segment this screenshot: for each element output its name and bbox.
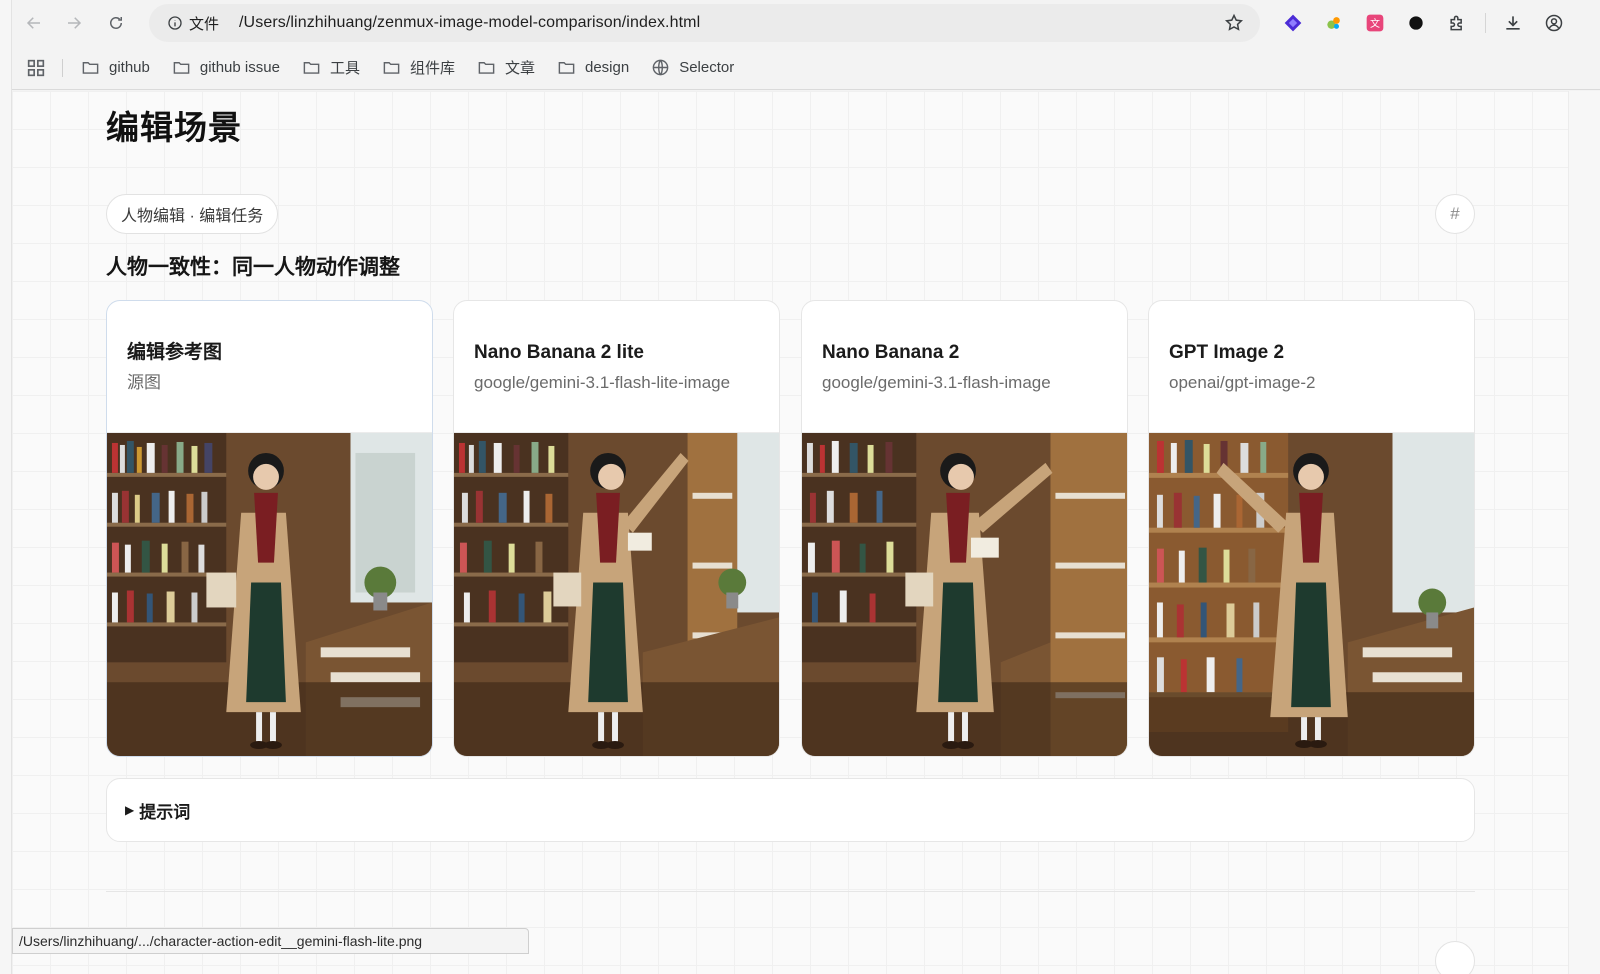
card-header: Nano Banana 2 google/gemini-3.1-flash-im… — [802, 301, 1127, 432]
toolbar-separator — [1485, 13, 1486, 33]
bookmark-label: github — [109, 59, 150, 76]
profile-button[interactable] — [1539, 8, 1569, 38]
folder-icon — [478, 62, 495, 74]
next-anchor-button[interactable] — [1435, 941, 1475, 974]
folder-icon — [558, 62, 575, 74]
category-chip: 人物编辑 · 编辑任务 — [106, 194, 279, 234]
model-card-gpt-image-2[interactable]: GPT Image 2 openai/gpt-image-2 — [1148, 300, 1475, 757]
extensions-menu-button[interactable] — [1442, 8, 1472, 38]
card-subtitle: 源图 — [127, 372, 161, 392]
black-circle-icon — [1409, 16, 1423, 30]
profile-icon — [1545, 14, 1563, 32]
reload-icon — [110, 17, 122, 29]
bookmark-articles[interactable]: 文章 — [477, 54, 535, 82]
bookmark-label: github issue — [199, 59, 280, 76]
arrow-right-icon — [68, 17, 82, 29]
bookmark-github[interactable]: github — [81, 54, 150, 82]
reference-card[interactable]: 编辑参考图 源图 — [106, 300, 433, 757]
window-left-edge — [0, 0, 12, 974]
extension-translate-button[interactable]: 文 — [1360, 8, 1390, 38]
card-title: 编辑参考图 — [127, 341, 223, 363]
folder-icon — [303, 62, 320, 74]
link-status-bar: /Users/linzhihuang/.../character-action-… — [12, 928, 529, 954]
folder-icon — [82, 62, 99, 74]
bookmark-label: design — [584, 59, 630, 76]
svg-text:文: 文 — [1370, 17, 1380, 30]
bookmark-selector[interactable]: Selector — [651, 54, 734, 82]
back-button[interactable] — [18, 7, 50, 39]
card-subtitle: google/gemini-3.1-flash-lite-image — [474, 372, 731, 392]
card-subtitle: google/gemini-3.1-flash-image — [822, 372, 1051, 392]
bookmark-components[interactable]: 组件库 — [382, 54, 455, 82]
bookmarks-bar: github github issue 工具 组件库 文章 design Sel… — [12, 46, 1600, 90]
bookstore-photo-gpt-image-2[interactable] — [1149, 432, 1474, 757]
bookstore-photo-nano-banana-2-lite[interactable] — [454, 432, 779, 757]
bookmark-tools[interactable]: 工具 — [302, 54, 360, 82]
arrow-left-icon — [26, 17, 40, 29]
forward-button[interactable] — [58, 7, 90, 39]
comparison-cards: 编辑参考图 源图 Nano Banana 2 lite google/gemin… — [106, 300, 1475, 757]
extension-dark-button[interactable] — [1401, 8, 1431, 38]
bookstore-photo-reference[interactable] — [107, 432, 432, 757]
page-content: 编辑场景 人物编辑 · 编辑任务 # 人物一致性：同一人物动作调整 编辑参考图 … — [12, 91, 1568, 974]
browser-toolbar: 文件 /Users/linzhihuang/zenmux-image-model… — [12, 0, 1600, 46]
url-text[interactable]: /Users/linzhihuang/zenmux-image-model-co… — [239, 14, 700, 32]
translate-icon: 文 — [1366, 14, 1384, 32]
section-title: 编辑场景 — [106, 109, 242, 146]
extension-purple-button[interactable] — [1278, 8, 1308, 38]
purple-diamond-icon — [1284, 14, 1302, 32]
bookstore-photo-nano-banana-2[interactable] — [802, 432, 1127, 757]
downloads-button[interactable] — [1498, 8, 1528, 38]
disclosure-triangle-icon: ▶ — [125, 803, 135, 817]
site-info-button[interactable]: 文件 — [159, 9, 227, 37]
reload-button[interactable] — [100, 7, 132, 39]
card-title: Nano Banana 2 — [822, 341, 960, 363]
site-info-label: 文件 — [189, 15, 220, 33]
extensions-area: 文 — [1278, 8, 1580, 38]
bookmark-label: 文章 — [504, 60, 535, 77]
prompt-disclosure[interactable]: ▶ 提示词 — [106, 778, 1475, 842]
info-icon — [168, 16, 182, 30]
browser-window: 文件 /Users/linzhihuang/zenmux-image-model… — [0, 0, 1600, 974]
globe-icon — [652, 59, 669, 76]
prompt-label: 提示词 — [139, 802, 191, 822]
puzzle-icon — [1450, 15, 1462, 31]
card-subtitle: openai/gpt-image-2 — [1169, 372, 1316, 392]
bookmark-label: 工具 — [329, 60, 360, 77]
download-icon — [1506, 16, 1520, 30]
anchor-link-button[interactable]: # — [1435, 194, 1475, 234]
extension-colorful-button[interactable] — [1319, 8, 1349, 38]
section-divider — [106, 891, 1475, 892]
page-scrollbar[interactable] — [1568, 91, 1600, 974]
card-header: Nano Banana 2 lite google/gemini-3.1-fla… — [454, 301, 779, 432]
card-header: GPT Image 2 openai/gpt-image-2 — [1149, 301, 1474, 432]
colorful-extension-icon — [1327, 17, 1340, 29]
card-title: Nano Banana 2 lite — [474, 341, 644, 363]
model-card-nano-banana-2-lite[interactable]: Nano Banana 2 lite google/gemini-3.1-fla… — [453, 300, 780, 757]
apps-grid-icon[interactable] — [25, 57, 47, 79]
address-bar[interactable]: 文件 /Users/linzhihuang/zenmux-image-model… — [149, 4, 1260, 42]
folder-icon — [173, 62, 190, 74]
bookmark-github-issue[interactable]: github issue — [172, 54, 280, 82]
bookmarks-separator — [62, 58, 63, 77]
bookmark-design[interactable]: design — [557, 54, 629, 82]
bookmark-star-icon[interactable] — [1224, 13, 1244, 33]
card-header: 编辑参考图 源图 — [107, 301, 432, 432]
model-card-nano-banana-2[interactable]: Nano Banana 2 google/gemini-3.1-flash-im… — [801, 300, 1128, 757]
bookmark-label: Selector — [679, 59, 735, 76]
folder-icon — [383, 62, 400, 74]
bookmark-label: 组件库 — [409, 60, 455, 77]
case-title: 人物一致性：同一人物动作调整 — [106, 256, 400, 279]
card-title: GPT Image 2 — [1169, 341, 1285, 363]
